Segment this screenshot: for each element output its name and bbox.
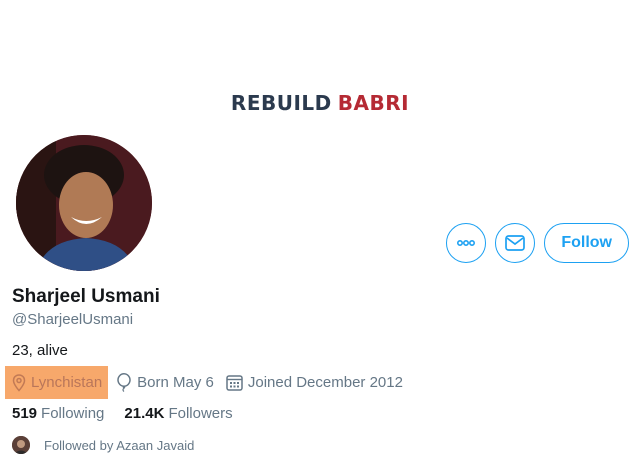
location-text: Lynchistan bbox=[31, 374, 103, 391]
followers-count: 21.4K bbox=[124, 405, 165, 422]
followers-label: Followers bbox=[168, 405, 233, 422]
avatar-photo bbox=[16, 135, 152, 271]
followed-by-text: Followed by Azaan Javaid bbox=[44, 437, 195, 453]
location-item: Lynchistan bbox=[5, 366, 109, 399]
followed-by[interactable]: Followed by Azaan Javaid bbox=[12, 436, 194, 454]
birthday-text: Born May 6 bbox=[137, 374, 214, 391]
envelope-icon bbox=[505, 235, 526, 251]
follow-button[interactable]: Follow bbox=[544, 223, 629, 263]
following-link[interactable]: 519 Following bbox=[12, 405, 104, 422]
profile-meta: Lynchistan Born May 6 Joined December 20… bbox=[5, 366, 407, 399]
joined-text: Joined December 2012 bbox=[247, 374, 403, 391]
following-label: Following bbox=[41, 405, 105, 422]
birthday-item: Born May 6 bbox=[112, 366, 218, 399]
more-icon bbox=[457, 240, 476, 246]
more-button[interactable] bbox=[446, 223, 487, 263]
follower-avatar bbox=[12, 436, 30, 454]
profile-bio: 23, alive bbox=[12, 342, 68, 359]
calendar-icon bbox=[226, 375, 243, 391]
profile-avatar[interactable] bbox=[12, 131, 156, 275]
following-count: 519 bbox=[12, 405, 38, 422]
profile-stats: 519 Following 21.4K Followers bbox=[12, 405, 233, 422]
joined-item: Joined December 2012 bbox=[222, 366, 407, 399]
profile-handle: @SharjeelUsmani bbox=[12, 311, 134, 328]
profile-name: Sharjeel Usmani bbox=[12, 286, 160, 307]
profile-actions: Follow bbox=[446, 223, 629, 263]
banner-word-rebuild: REBUILD bbox=[230, 91, 332, 115]
message-button[interactable] bbox=[495, 223, 536, 263]
follower-avatar-photo bbox=[12, 436, 30, 454]
location-pin-icon bbox=[12, 373, 26, 392]
banner-word-babri: BABRI bbox=[337, 91, 410, 115]
balloon-icon bbox=[117, 373, 131, 392]
followers-link[interactable]: 21.4K Followers bbox=[124, 405, 232, 422]
banner-text: REBUILD BABRI bbox=[0, 91, 640, 115]
